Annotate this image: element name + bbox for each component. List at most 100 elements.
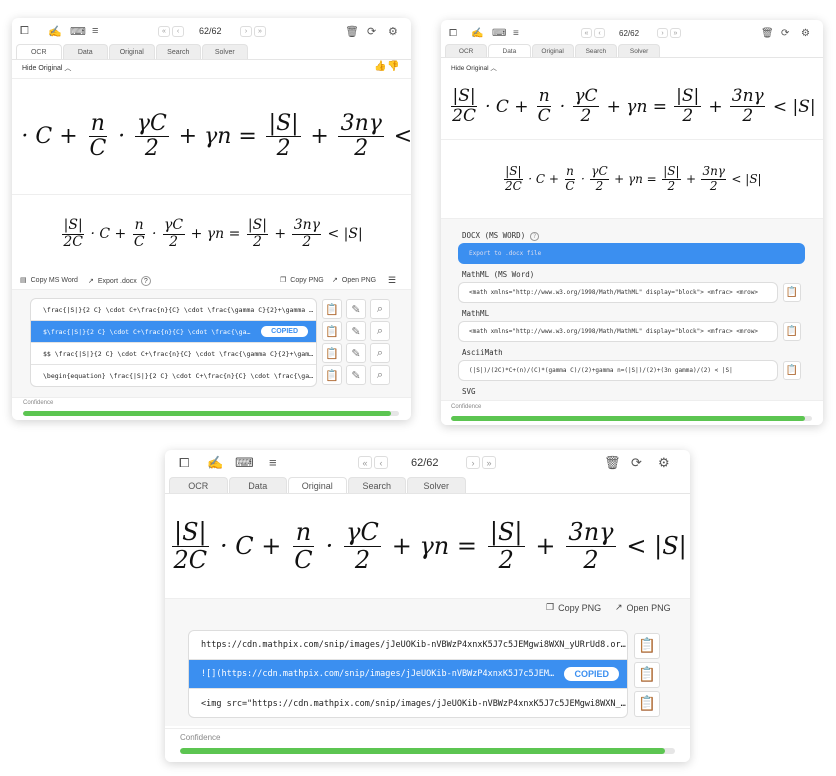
tab-ocr[interactable]: OCR xyxy=(445,44,488,57)
tab-solver[interactable]: Solver xyxy=(202,44,248,59)
format-text[interactable]: $\frac{|S|}{2 C} \cdot C+\frac{n}{C} \cd… xyxy=(43,328,253,336)
trash-icon[interactable]: 🗑 xyxy=(604,455,621,471)
copy-clipboard-icon[interactable]: 📋 xyxy=(322,299,342,319)
open-png-button[interactable]: ↗ Open PNG xyxy=(615,602,671,613)
copy-clipboard-icon[interactable]: 📋 xyxy=(322,343,342,363)
format-row[interactable]: \begin{equation} \frac{|S|}{2 C} \cdot C… xyxy=(31,365,316,386)
screenshot-icon[interactable]: ⧠ xyxy=(449,28,457,39)
first-button[interactable]: « xyxy=(158,25,170,37)
copy-png-label: Copy PNG xyxy=(290,276,324,284)
gear-icon[interactable]: ⚙ xyxy=(388,25,398,38)
equation-term: < |S| xyxy=(727,172,762,186)
tab-original[interactable]: Original xyxy=(288,477,347,493)
prev-button[interactable]: ‹ xyxy=(374,456,388,469)
format-text[interactable]: <img src="https://cdn.mathpix.com/snip/i… xyxy=(201,699,627,709)
prev-button[interactable]: ‹ xyxy=(172,25,184,37)
copy-png-button[interactable]: ❐ Copy PNG xyxy=(280,276,324,285)
first-button[interactable]: « xyxy=(581,28,592,38)
search-icon[interactable]: ⌕ xyxy=(370,365,390,385)
text-icon[interactable]: ≡ xyxy=(513,28,519,39)
thumbs-down-icon[interactable]: 👎 xyxy=(387,61,399,72)
copy-clipboard-icon[interactable]: 📋 xyxy=(783,283,801,302)
last-button[interactable]: » xyxy=(482,456,496,469)
counter: 62/62 xyxy=(199,26,222,36)
field-value[interactable]: <math xmlns="http://www.w3.org/1998/Math… xyxy=(458,282,778,303)
keyboard-icon[interactable]: ⌨ xyxy=(235,455,254,471)
prev-button[interactable]: ‹ xyxy=(594,28,605,38)
format-text[interactable]: https://cdn.mathpix.com/snip/images/jJeU… xyxy=(201,640,627,650)
format-text[interactable]: \begin{equation} \frac{|S|}{2 C} \cdot C… xyxy=(43,372,316,380)
next-button[interactable]: › xyxy=(240,25,252,37)
open-png-button[interactable]: ↗ Open PNG xyxy=(332,276,376,285)
copy-clipboard-icon[interactable]: 📋 xyxy=(783,322,801,341)
tab-data[interactable]: Data xyxy=(62,44,108,59)
format-row[interactable]: $$ \frac{|S|}{2 C} \cdot C+\frac{n}{C} \… xyxy=(31,343,316,365)
screenshot-icon[interactable]: ⧠ xyxy=(20,25,29,38)
tab-ocr[interactable]: OCR xyxy=(16,44,62,59)
tab-original[interactable]: Original xyxy=(531,44,574,57)
keyboard-icon[interactable]: ⌨ xyxy=(70,25,86,38)
hide-original-toggle[interactable]: Hide Original ︿ xyxy=(22,63,71,73)
keyboard-icon[interactable]: ⌨ xyxy=(492,28,506,39)
field-value[interactable]: <math xmlns="http://www.w3.org/1998/Math… xyxy=(458,321,778,342)
tab-data[interactable]: Data xyxy=(228,477,287,493)
gear-icon[interactable]: ⚙ xyxy=(801,28,810,39)
tab-search[interactable]: Search xyxy=(155,44,201,59)
export-docx-button[interactable]: Export to .docx file xyxy=(458,243,805,264)
screenshot-icon[interactable]: ⧠ xyxy=(179,455,189,471)
copy-clipboard-icon[interactable]: 📋 xyxy=(634,633,660,659)
copy-ms-word-button[interactable]: ▤ Copy MS Word xyxy=(20,276,78,285)
draw-icon[interactable]: ✍ xyxy=(207,455,223,471)
copy-clipboard-icon[interactable]: 📋 xyxy=(634,691,660,717)
copy-clipboard-icon[interactable]: 📋 xyxy=(322,321,342,341)
first-button[interactable]: « xyxy=(358,456,372,469)
draw-icon[interactable]: ✍ xyxy=(471,28,483,39)
format-row[interactable]: $\frac{|S|}{2 C} \cdot C+\frac{n}{C} \cd… xyxy=(31,321,316,343)
tab-data[interactable]: Data xyxy=(488,44,531,57)
gear-icon[interactable]: ⚙ xyxy=(658,455,670,471)
tab-original[interactable]: Original xyxy=(109,44,155,59)
format-text[interactable]: \frac{|S|}{2 C} \cdot C+\frac{n}{C} \cdo… xyxy=(43,306,316,314)
copy-png-button[interactable]: ❐ Copy PNG xyxy=(546,602,601,613)
format-text[interactable]: ![](https://cdn.mathpix.com/snip/images/… xyxy=(201,669,556,679)
format-row[interactable]: <img src="https://cdn.mathpix.com/snip/i… xyxy=(189,689,627,717)
field-value[interactable]: (|S|)/(2C)*C+(n)/(C)*(gamma C)/(2)+gamma… xyxy=(458,360,778,381)
tab-search[interactable]: Search xyxy=(574,44,617,57)
trash-icon[interactable]: 🗑 xyxy=(761,28,774,39)
refresh-icon[interactable]: ⟳ xyxy=(367,25,376,38)
edit-icon[interactable]: ✎ xyxy=(346,321,366,341)
format-row[interactable]: https://cdn.mathpix.com/snip/images/jJeU… xyxy=(189,631,627,660)
help-icon[interactable]: ? xyxy=(140,276,151,286)
last-button[interactable]: » xyxy=(254,25,266,37)
edit-icon[interactable]: ✎ xyxy=(346,365,366,385)
edit-icon[interactable]: ✎ xyxy=(346,299,366,319)
settings-sliders-icon[interactable]: ☰ xyxy=(388,275,396,286)
tab-solver[interactable]: Solver xyxy=(618,44,661,57)
search-icon[interactable]: ⌕ xyxy=(370,343,390,363)
search-icon[interactable]: ⌕ xyxy=(370,321,390,341)
next-button[interactable]: › xyxy=(466,456,480,469)
copy-clipboard-icon[interactable]: 📋 xyxy=(783,361,801,380)
help-icon[interactable]: ? xyxy=(529,232,540,241)
tab-ocr[interactable]: OCR xyxy=(169,477,228,493)
format-row[interactable]: ![](https://cdn.mathpix.com/snip/images/… xyxy=(189,660,627,689)
export-docx-button[interactable]: ↗ Export .docx? xyxy=(88,276,151,286)
draw-icon[interactable]: ✍ xyxy=(48,25,62,38)
text-icon[interactable]: ≡ xyxy=(92,25,98,37)
text-icon[interactable]: ≡ xyxy=(269,455,277,470)
search-icon[interactable]: ⌕ xyxy=(370,299,390,319)
tab-solver[interactable]: Solver xyxy=(407,477,466,493)
tab-search[interactable]: Search xyxy=(347,477,406,493)
last-button[interactable]: » xyxy=(670,28,681,38)
format-text[interactable]: $$ \frac{|S|}{2 C} \cdot C+\frac{n}{C} \… xyxy=(43,350,316,358)
thumbs-up-icon[interactable]: 👍 xyxy=(374,61,386,72)
trash-icon[interactable]: 🗑 xyxy=(345,25,359,38)
next-button[interactable]: › xyxy=(657,28,668,38)
refresh-icon[interactable]: ⟳ xyxy=(631,455,642,471)
refresh-icon[interactable]: ⟳ xyxy=(781,28,789,39)
hide-original-toggle[interactable]: Hide Original ︿ xyxy=(451,62,497,72)
copy-clipboard-icon[interactable]: 📋 xyxy=(322,365,342,385)
edit-icon[interactable]: ✎ xyxy=(346,343,366,363)
format-row[interactable]: \frac{|S|}{2 C} \cdot C+\frac{n}{C} \cdo… xyxy=(31,299,316,321)
copy-clipboard-icon[interactable]: 📋 xyxy=(634,662,660,688)
